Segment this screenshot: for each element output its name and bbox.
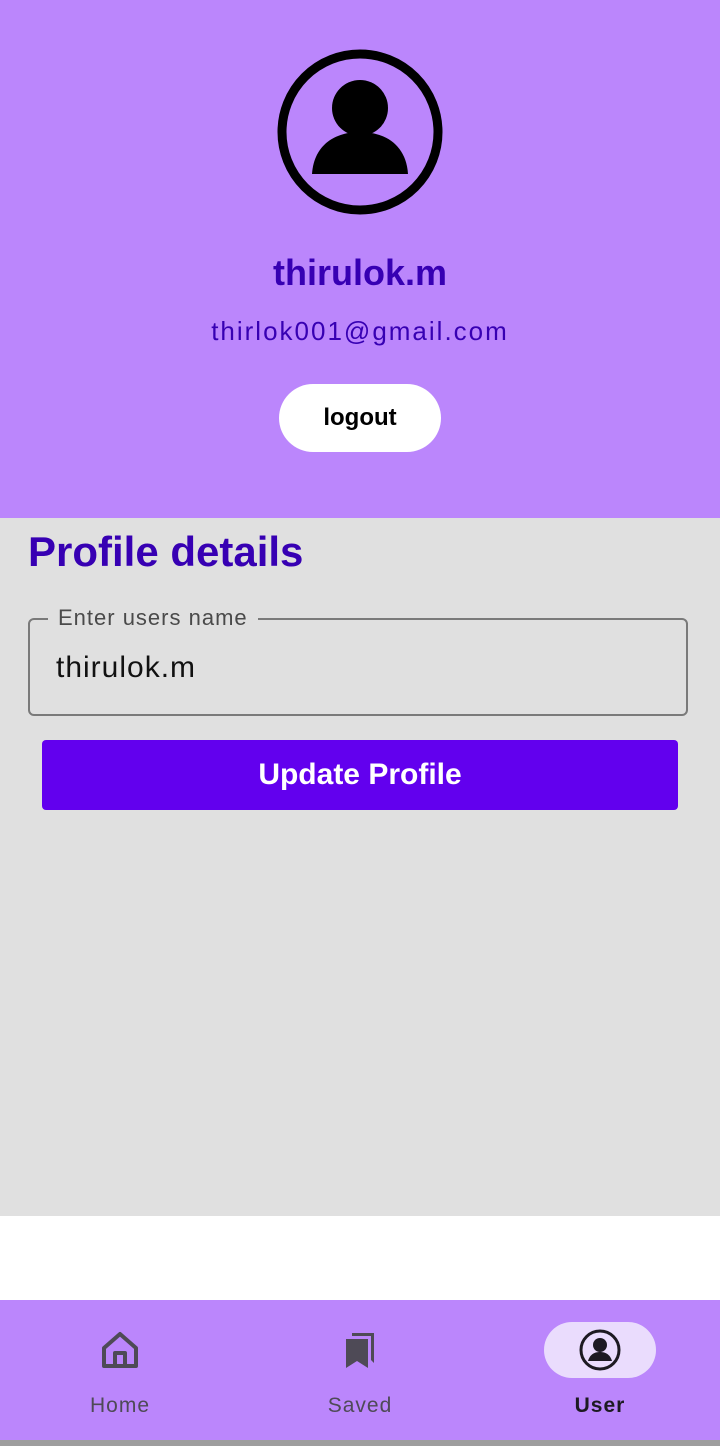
bookmarks-icon (346, 1333, 374, 1368)
home-pill (64, 1322, 176, 1378)
username-field-label: Enter users name (48, 604, 258, 632)
nav-item-home[interactable]: Home (0, 1300, 240, 1440)
nav-item-saved[interactable]: Saved (240, 1300, 480, 1440)
username-input[interactable] (56, 648, 656, 688)
section-title: Profile details (28, 528, 304, 575)
bottom-navigation: Home Saved User (0, 1300, 720, 1440)
user-pill (544, 1322, 656, 1378)
logout-button[interactable]: logout (279, 384, 441, 452)
username-field: Enter users name (28, 604, 688, 716)
nav-label-saved: Saved (327, 1394, 393, 1417)
spacer (0, 1216, 720, 1300)
account-circle-icon (579, 1329, 621, 1371)
nav-label-home: Home (89, 1394, 151, 1417)
update-profile-button[interactable]: Update Profile (42, 740, 678, 810)
nav-item-user[interactable]: User (480, 1300, 720, 1440)
nav-label-user: User (574, 1394, 626, 1417)
saved-pill (304, 1322, 416, 1378)
user-name: thirulok.m (272, 252, 447, 293)
profile-header: thirulok.m thirlok001@gmail.com logout (0, 0, 720, 518)
avatar-icon (274, 46, 446, 218)
profile-details-section: Profile details Enter users name Update … (0, 518, 720, 1216)
system-navigation-bar (0, 1440, 720, 1446)
home-icon (102, 1332, 138, 1368)
user-email: thirlok001@gmail.com (211, 316, 509, 346)
